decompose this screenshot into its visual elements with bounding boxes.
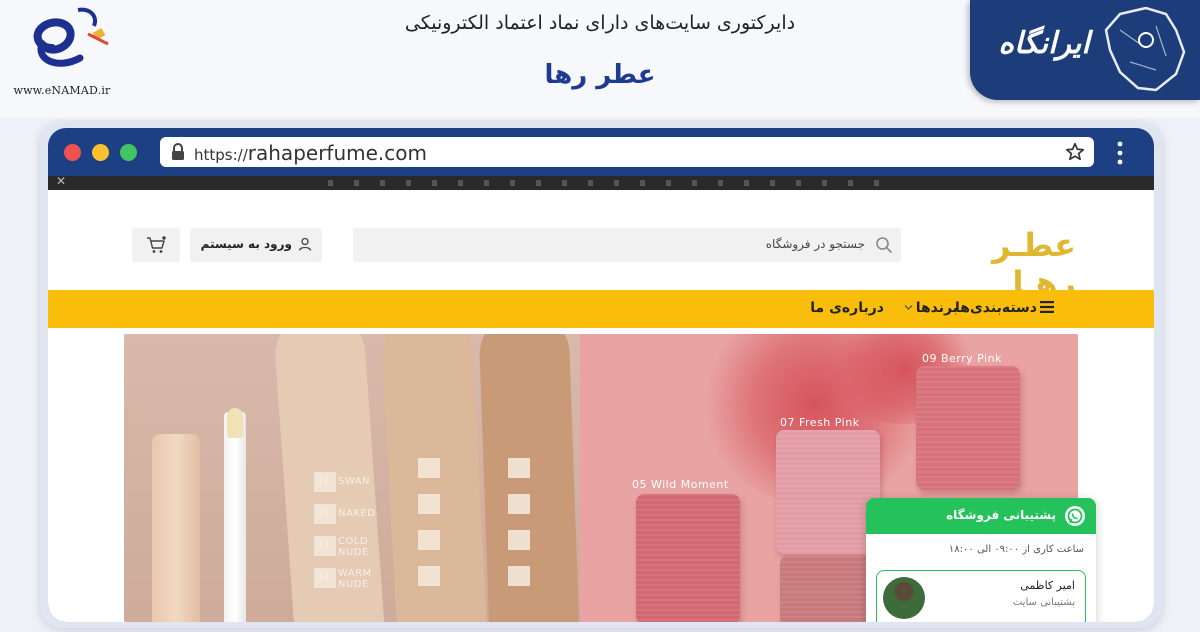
- browser-menu-icon[interactable]: [1114, 140, 1126, 166]
- nav-categories[interactable]: دسته‌بندی‌ها: [955, 300, 1054, 316]
- blush-palette-image: [776, 430, 880, 554]
- site-header: عطـر رهـا جستجو در فروشگاه ورود به سیستم: [48, 190, 1154, 302]
- support-agent-card[interactable]: امیر کاظمی پشتیبانی سایت: [876, 570, 1086, 622]
- irangah-logo[interactable]: ایرانگاه: [970, 0, 1200, 100]
- shade-swatch: [418, 566, 440, 586]
- shade-swatch: [508, 530, 530, 550]
- shade-number: 04: [316, 572, 330, 583]
- nav-categories-label: دسته‌بندی‌ها: [954, 300, 1037, 316]
- directory-banner: www.eNAMAD.ir دایرکتوری سایت‌های دارای ن…: [0, 0, 1200, 118]
- cart-button[interactable]: [132, 228, 180, 262]
- user-icon: [298, 237, 312, 251]
- shade-number: 02: [316, 508, 330, 519]
- main-nav: دسته‌بندی‌ها برندها درباره‌ی ما: [48, 290, 1154, 328]
- palette-label: 05 Wild Moment: [632, 478, 729, 491]
- search-icon[interactable]: [875, 236, 893, 254]
- hero-concealer-image: 01 SWAN 02 NAKED 03 COLD NUDE 04 WARM NU…: [124, 334, 580, 622]
- agent-role: پشتیبانی سایت: [1012, 597, 1075, 608]
- shade-swatch: [418, 494, 440, 514]
- shade-number: 03: [316, 540, 330, 551]
- shade-label: NAKED: [338, 508, 376, 519]
- enamad-url[interactable]: www.eNAMAD.ir: [6, 84, 118, 97]
- support-header[interactable]: پشتیبانی فروشگاه: [866, 498, 1096, 534]
- irangah-wordmark: ایرانگاه: [998, 26, 1090, 61]
- shopping-cart-icon: [147, 236, 166, 253]
- nav-brands[interactable]: برندها: [904, 300, 958, 316]
- concealer-tube-image: [152, 434, 200, 622]
- close-icon[interactable]: ✕: [56, 174, 66, 188]
- maximize-window-button[interactable]: [120, 144, 137, 161]
- announcement-strip: ✕: [48, 174, 1154, 190]
- support-widget[interactable]: پشتیبانی فروشگاه ساعت کاری از ۰۹:۰۰ الی …: [866, 498, 1096, 622]
- hamburger-menu-icon: [1040, 301, 1054, 313]
- agent-name: امیر کاظمی: [1020, 579, 1075, 592]
- search-input[interactable]: جستجو در فروشگاه: [353, 228, 901, 262]
- applicator-tip-image: [227, 408, 243, 438]
- chevron-down-icon: [904, 305, 913, 310]
- shade-swatch: [508, 566, 530, 586]
- announcement-text: [328, 180, 888, 186]
- nav-brands-label: برندها: [915, 300, 958, 316]
- login-button[interactable]: ورود به سیستم: [190, 228, 322, 262]
- shade-label: COLD NUDE: [338, 536, 369, 558]
- shade-swatch: [508, 494, 530, 514]
- blush-palette-image: [916, 366, 1020, 490]
- support-hours: ساعت کاری از ۰۹:۰۰ الی ۱۸:۰۰: [948, 544, 1084, 555]
- browser-window: https://rahaperfume.com ✕ عطـر رهـا جستج…: [40, 122, 1162, 628]
- bookmark-star-icon[interactable]: [1064, 141, 1086, 163]
- shade-swatch: [508, 458, 530, 478]
- browser-frame: https://rahaperfume.com ✕ عطـر رهـا جستج…: [48, 128, 1154, 622]
- shade-label: SWAN: [338, 476, 371, 487]
- business-name: عطر رها: [544, 60, 656, 90]
- page-viewport: ✕ عطـر رهـا جستجو در فروشگاه ورود به سیس…: [48, 174, 1154, 622]
- whatsapp-icon: [1065, 506, 1085, 526]
- search-placeholder: جستجو در فروشگاه: [765, 237, 865, 251]
- enamad-logo-icon: [33, 7, 109, 67]
- nav-about[interactable]: درباره‌ی ما: [810, 300, 884, 316]
- login-label: ورود به سیستم: [200, 237, 292, 251]
- url-protocol: https://: [194, 146, 248, 164]
- lock-icon: [172, 143, 184, 160]
- address-bar[interactable]: https://rahaperfume.com: [160, 137, 1094, 167]
- avatar: [883, 577, 925, 619]
- enamad-badge[interactable]: www.eNAMAD.ir: [6, 4, 118, 100]
- shade-swatch: [418, 458, 440, 478]
- palette-label: 09 Berry Pink: [922, 352, 1002, 365]
- support-title: پشتیبانی فروشگاه: [946, 508, 1056, 522]
- palette-label: 07 Fresh Pink: [780, 416, 860, 429]
- nav-about-label: درباره‌ی ما: [810, 300, 884, 316]
- blush-palette-image: [780, 556, 880, 622]
- shade-label: WARM NUDE: [338, 568, 372, 590]
- applicator-wand-image: [224, 412, 246, 622]
- shade-swatch: [418, 530, 440, 550]
- url-text[interactable]: https://rahaperfume.com: [194, 141, 427, 165]
- blush-palette-image: [636, 494, 740, 622]
- shade-number: 01: [316, 476, 330, 487]
- banner-title: دایرکتوری سایت‌های دارای نماد اعتماد الک…: [404, 12, 796, 34]
- url-domain: rahaperfume.com: [247, 141, 427, 165]
- close-window-button[interactable]: [64, 144, 81, 161]
- minimize-window-button[interactable]: [92, 144, 109, 161]
